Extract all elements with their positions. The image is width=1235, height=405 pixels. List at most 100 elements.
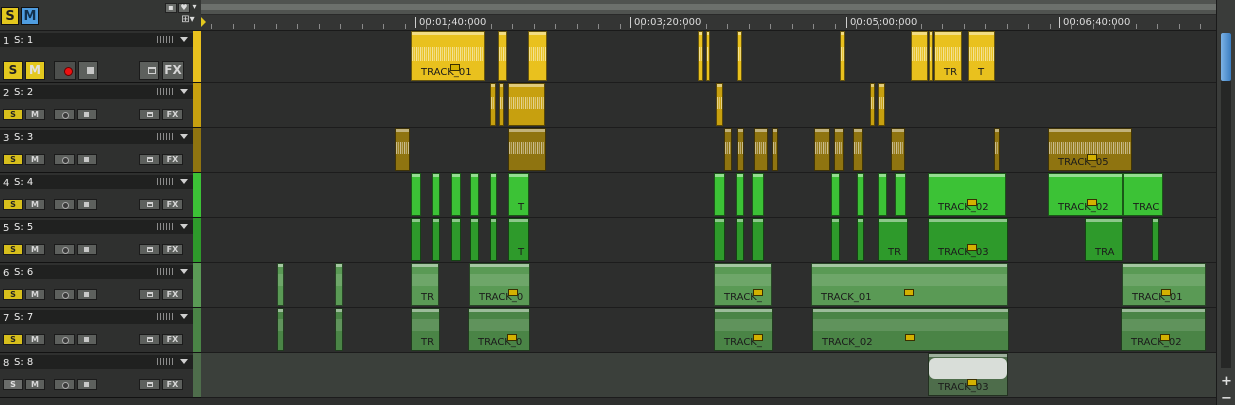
track-monitor-button[interactable] [77,154,97,165]
keyframe-icon[interactable] [1087,154,1097,161]
track-header[interactable]: 7 S: 7 S M FX [0,308,193,353]
keyframe-icon[interactable] [508,289,518,296]
track-header[interactable]: 2 S: 2 S M FX [0,83,193,128]
track-solo-button[interactable]: S [3,154,23,165]
track-volume-meter[interactable] [157,88,175,95]
media-clip[interactable] [277,263,284,306]
track-name[interactable]: S: 7 [14,312,154,324]
track-fx-button[interactable]: FX [162,244,183,255]
lock-icon[interactable]: ▪ [165,3,177,13]
media-clip[interactable] [1152,218,1159,261]
media-clip[interactable] [698,31,703,81]
keyframe-icon[interactable] [1160,334,1170,341]
media-clip[interactable] [840,31,845,81]
track-solo-button[interactable]: S [3,289,23,300]
media-clip[interactable] [754,128,768,171]
ruler-range-bar[interactable] [201,0,1216,15]
track-volume-meter[interactable] [157,313,175,320]
track-lock-button[interactable] [139,379,160,390]
media-clip[interactable]: TR [411,263,439,306]
track-name[interactable]: S: 1 [14,35,154,47]
track-fx-button[interactable]: FX [162,289,183,300]
mute-all-button[interactable]: M [21,7,39,25]
track-lock-button[interactable] [139,289,160,300]
track-volume-meter[interactable] [157,36,175,43]
chevron-down-icon[interactable] [180,314,188,319]
track-lock-button[interactable] [139,199,160,210]
track-header[interactable]: 3 S: 3 S M FX [0,128,193,173]
track-mute-button[interactable]: M [25,244,45,255]
media-clip[interactable]: TRACK_ [714,308,773,351]
media-clip[interactable] [878,173,887,216]
keyframe-icon[interactable] [1087,199,1097,206]
media-clip[interactable] [737,128,744,171]
media-clip[interactable]: TRACK_03 [928,353,1008,396]
zoom-in-button[interactable]: + [1220,375,1233,388]
track-record-button[interactable] [54,61,76,80]
track-header[interactable]: 6 S: 6 S M FX [0,263,193,308]
track-solo-button[interactable]: S [3,244,23,255]
media-clip[interactable]: TRACK_01 [1122,263,1206,306]
media-clip[interactable] [831,173,840,216]
media-clip[interactable]: TR [878,218,908,261]
track-mute-button[interactable]: M [25,154,45,165]
solo-all-button[interactable]: S [1,7,19,25]
track-name[interactable]: S: 2 [14,87,154,99]
chevron-down-icon[interactable] [180,134,188,139]
track-lane[interactable]: TR TRACK_0 TRACK_ TRACK_02 TRACK_02 [201,308,1216,353]
media-clip[interactable] [432,218,440,261]
track-fx-button[interactable]: FX [162,199,183,210]
keyframe-icon[interactable] [905,334,915,341]
media-clip[interactable] [277,308,284,351]
heart-icon[interactable]: ♥ [178,3,190,13]
track-lock-button[interactable] [139,109,160,120]
keyframe-icon[interactable] [1161,289,1171,296]
media-clip[interactable] [395,128,410,171]
track-name[interactable]: S: 8 [14,357,154,369]
track-monitor-button[interactable] [77,289,97,300]
chevron-down-icon[interactable] [180,224,188,229]
media-clip[interactable]: TRA [1085,218,1123,261]
media-clip[interactable] [498,31,507,81]
media-clip[interactable] [752,218,764,261]
media-clip[interactable] [508,128,546,171]
track-solo-button[interactable]: S [3,61,23,80]
track-name[interactable]: S: 4 [14,177,154,189]
keyframe-icon[interactable] [507,334,517,341]
media-clip[interactable] [499,83,504,126]
media-clip[interactable]: T [508,173,529,216]
vertical-scrollbar[interactable]: + − [1216,0,1235,405]
track-mute-button[interactable]: M [25,334,45,345]
media-clip[interactable]: T [508,218,529,261]
media-clip[interactable]: TRACK_02 [1048,173,1123,216]
media-clip[interactable]: TRACK_0 [468,308,530,351]
media-clip[interactable] [724,128,732,171]
media-clip[interactable]: TRACK_0 [469,263,530,306]
track-header[interactable]: 8 S: 8 S M FX [0,353,193,398]
chevron-down-icon[interactable]: ▾ [190,3,199,13]
chevron-down-icon[interactable] [180,89,188,94]
media-clip[interactable] [528,31,547,81]
track-lock-button[interactable] [139,61,159,80]
track-lock-button[interactable] [139,154,160,165]
track-record-button[interactable] [54,154,75,165]
media-clip[interactable] [508,83,545,126]
media-clip[interactable] [911,31,928,81]
media-clip[interactable] [736,173,744,216]
media-clip[interactable] [714,173,725,216]
track-volume-meter[interactable] [157,358,175,365]
media-clip[interactable] [929,31,933,81]
track-record-button[interactable] [54,334,75,345]
media-clip[interactable] [895,173,906,216]
media-clip[interactable] [714,218,725,261]
media-clip[interactable] [432,173,440,216]
track-volume-meter[interactable] [157,223,175,230]
chevron-down-icon[interactable] [180,269,188,274]
media-clip[interactable]: TRAC [1123,173,1163,216]
chevron-down-icon[interactable] [180,37,188,42]
track-volume-meter[interactable] [157,178,175,185]
media-clip[interactable]: TRACK_02 [1121,308,1206,351]
track-record-button[interactable] [54,244,75,255]
media-clip[interactable] [490,218,497,261]
track-name[interactable]: S: 5 [14,222,154,234]
